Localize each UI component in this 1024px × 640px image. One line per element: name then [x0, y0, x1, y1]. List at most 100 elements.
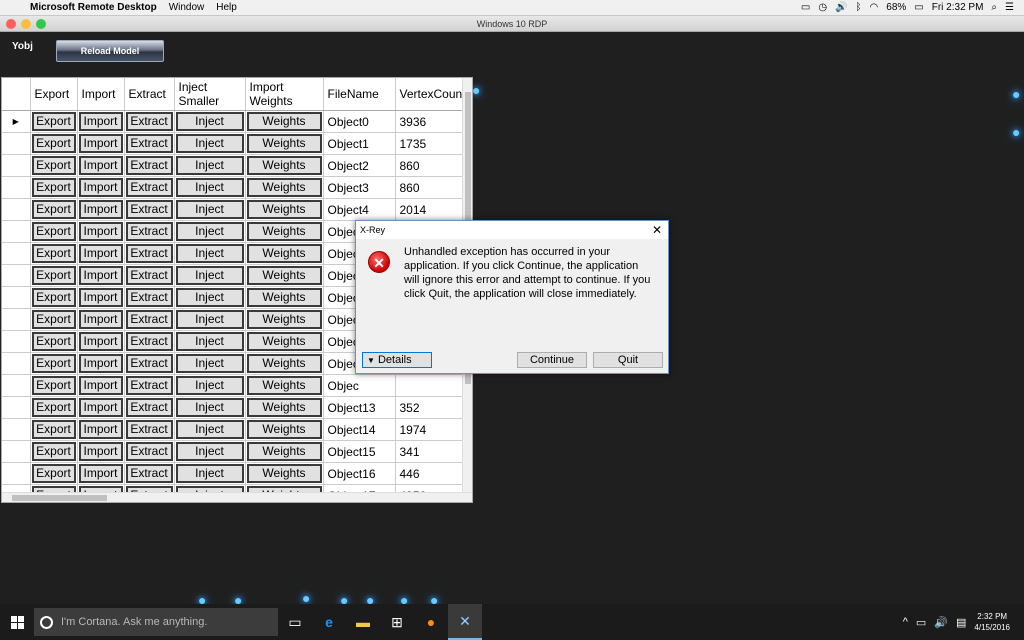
weights-button[interactable]: Weights [246, 288, 322, 307]
export-button[interactable]: Export [31, 464, 76, 483]
table-row[interactable]: Export Import Extract Inject Weights Object4 2… [2, 198, 471, 221]
time-machine-icon[interactable]: ◷ [818, 2, 827, 13]
export-button[interactable]: Export [31, 354, 76, 373]
weights-button[interactable]: Weights [246, 244, 322, 263]
inject-button[interactable]: Inject [175, 244, 244, 263]
weights-button[interactable]: Weights [246, 310, 322, 329]
table-row[interactable]: Export Import Extract Inject Weights Object14… [2, 418, 471, 441]
bluetooth-icon[interactable]: ᛒ [856, 2, 862, 13]
extract-button[interactable]: Extract [125, 266, 173, 285]
import-button[interactable]: Import [78, 134, 123, 153]
volume-icon[interactable]: 🔊 [934, 616, 948, 629]
filename-cell[interactable]: Object3 [323, 176, 396, 199]
column-header-filename[interactable]: FileName [323, 78, 396, 111]
inject-button[interactable]: Inject [175, 442, 244, 461]
minimize-window-icon[interactable] [21, 19, 31, 29]
export-button[interactable]: Export [31, 200, 76, 219]
inject-button[interactable]: Inject [175, 156, 244, 175]
close-window-icon[interactable] [6, 19, 16, 29]
column-header-vertexcount[interactable]: VertexCount [395, 78, 471, 111]
battery-percent[interactable]: 68% [886, 2, 906, 13]
import-button[interactable]: Import [78, 244, 123, 263]
extract-button[interactable]: Extract [125, 332, 173, 351]
weights-button[interactable]: Weights [246, 398, 322, 417]
inject-button[interactable]: Inject [175, 464, 244, 483]
notification-center-icon[interactable]: ☰ [1005, 2, 1014, 13]
row-header[interactable] [2, 198, 31, 221]
export-button[interactable]: Export [31, 156, 76, 175]
inject-button[interactable]: Inject [175, 266, 244, 285]
table-row[interactable]: Export Import Extract Inject Weights Object3 8… [2, 176, 471, 199]
inject-button[interactable]: Inject [175, 310, 244, 329]
export-button[interactable]: Export [31, 288, 76, 307]
vertexcount-cell[interactable]: 3936 [395, 110, 471, 133]
weights-button[interactable]: Weights [246, 420, 322, 439]
table-row[interactable]: ▶ Export Import Extract Inject Weights Object0… [2, 110, 471, 133]
filename-cell[interactable]: Objec [323, 374, 396, 397]
vertexcount-cell[interactable]: 352 [395, 396, 471, 419]
extract-button[interactable]: Extract [125, 178, 173, 197]
quit-button[interactable]: Quit [593, 352, 663, 368]
import-button[interactable]: Import [78, 288, 123, 307]
row-header[interactable] [2, 242, 31, 265]
dialog-close-icon[interactable]: ✕ [652, 221, 662, 239]
column-header-inject-smaller[interactable]: Inject Smaller [174, 78, 246, 111]
export-button[interactable]: Export [31, 244, 76, 263]
import-button[interactable]: Import [78, 442, 123, 461]
details-button[interactable]: ▼ Details [362, 352, 432, 368]
extract-button[interactable]: Extract [125, 464, 173, 483]
extract-button[interactable]: Extract [125, 112, 173, 131]
vertexcount-cell[interactable]: 860 [395, 154, 471, 177]
edge-browser-icon[interactable]: e [312, 604, 346, 640]
import-button[interactable]: Import [78, 310, 123, 329]
vertexcount-cell[interactable]: 1974 [395, 418, 471, 441]
extract-button[interactable]: Extract [125, 244, 173, 263]
extract-button[interactable]: Extract [125, 200, 173, 219]
import-button[interactable]: Import [78, 332, 123, 351]
import-button[interactable]: Import [78, 200, 123, 219]
weights-button[interactable]: Weights [246, 332, 322, 351]
column-header-extract[interactable]: Extract [124, 78, 175, 111]
current-row-indicator-icon[interactable]: ▶ [2, 110, 31, 133]
weights-button[interactable]: Weights [246, 376, 322, 395]
table-row[interactable]: Export Import Extract Inject Weights Object13… [2, 396, 471, 419]
vertexcount-cell[interactable]: 341 [395, 440, 471, 463]
weights-button[interactable]: Weights [246, 464, 322, 483]
inject-button[interactable]: Inject [175, 178, 244, 197]
import-button[interactable]: Import [78, 156, 123, 175]
cortana-search-box[interactable]: I'm Cortana. Ask me anything. [34, 608, 278, 636]
table-row[interactable]: Export Import Extract Inject Weights Objec [2, 374, 471, 397]
table-row[interactable]: Export Import Extract Inject Weights Object16… [2, 462, 471, 485]
reload-model-button[interactable]: Reload Model [56, 40, 164, 62]
table-row[interactable]: Export Import Extract Inject Weights Object2 8… [2, 154, 471, 177]
volume-icon[interactable]: 🔊 [835, 2, 847, 13]
menubar-clock[interactable]: Fri 2:32 PM [932, 2, 984, 13]
column-header-import-weights[interactable]: Import Weights [245, 78, 324, 111]
inject-button[interactable]: Inject [175, 134, 244, 153]
row-header[interactable] [2, 418, 31, 441]
row-header[interactable] [2, 352, 31, 375]
weights-button[interactable]: Weights [246, 266, 322, 285]
row-header[interactable] [2, 330, 31, 353]
horizontal-scrollbar[interactable] [2, 492, 472, 502]
weights-button[interactable]: Weights [246, 112, 322, 131]
import-button[interactable]: Import [78, 354, 123, 373]
vertexcount-cell[interactable]: 446 [395, 462, 471, 485]
row-header[interactable] [2, 132, 31, 155]
column-header-import[interactable]: Import [77, 78, 125, 111]
import-button[interactable]: Import [78, 376, 123, 395]
inject-button[interactable]: Inject [175, 288, 244, 307]
filename-cell[interactable]: Object15 [323, 440, 396, 463]
vertexcount-cell[interactable]: 2014 [395, 198, 471, 221]
export-button[interactable]: Export [31, 112, 76, 131]
filename-cell[interactable]: Object16 [323, 462, 396, 485]
export-button[interactable]: Export [31, 134, 76, 153]
filename-cell[interactable]: Object14 [323, 418, 396, 441]
row-header[interactable] [2, 396, 31, 419]
airplay-icon[interactable]: ▭ [801, 2, 810, 13]
battery-icon[interactable]: ▭ [914, 2, 923, 13]
filename-cell[interactable]: Object4 [323, 198, 396, 221]
filename-cell[interactable]: Object2 [323, 154, 396, 177]
row-header[interactable] [2, 308, 31, 331]
row-header[interactable] [2, 374, 31, 397]
